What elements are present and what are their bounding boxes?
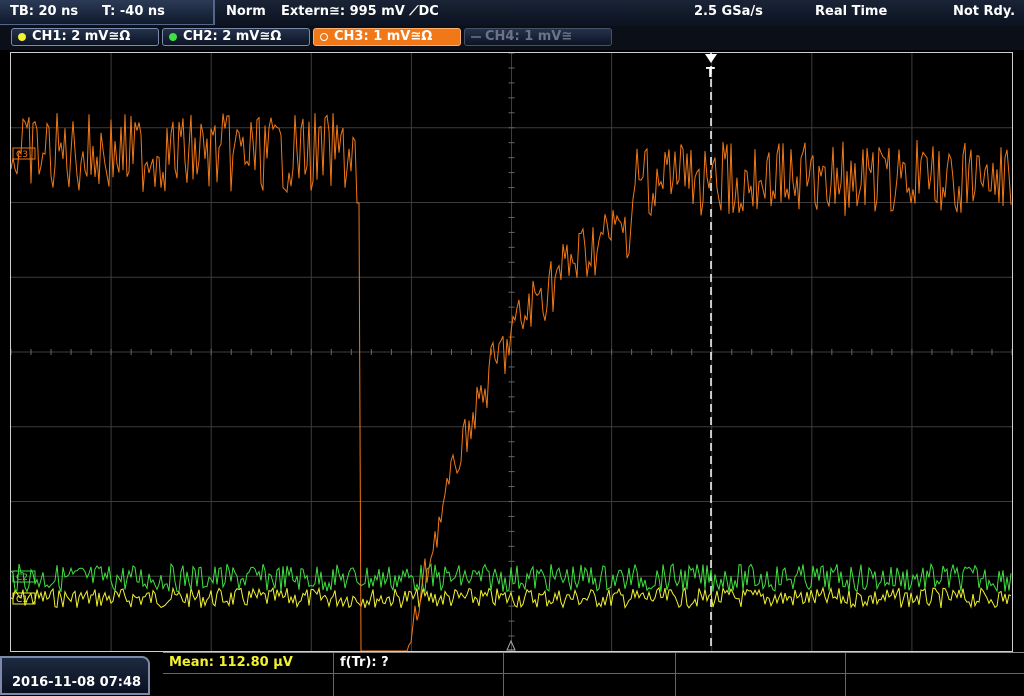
- measurement-panel: Mean: 112.80 µV f(Tr): ?: [163, 652, 1024, 696]
- ch2-ground-marker[interactable]: C2: [12, 570, 36, 583]
- datetime-label: 2016-11-08 07:48: [12, 675, 142, 690]
- ch2-indicator-icon: [169, 33, 177, 41]
- svg-text:C3: C3: [16, 150, 28, 160]
- sample-rate-label[interactable]: 2.5 GSa/s: [694, 4, 763, 19]
- top-status-bar: TB: 20 ns T: -40 ns Norm Extern≅: 995 mV…: [0, 0, 1024, 27]
- channel-3-label: CH3: 1 mV≅Ω: [334, 29, 433, 44]
- mean-measurement: Mean: 112.80 µV: [169, 655, 293, 670]
- channel-bar: CH1: 2 mV≅Ω CH2: 2 mV≅Ω CH3: 1 mV≅Ω CH4:…: [0, 26, 1024, 50]
- channel-1-label: CH1: 2 mV≅Ω: [32, 29, 131, 44]
- waveform-canvas[interactable]: T C3 C2 C1: [11, 53, 1012, 651]
- measurement-cell-2[interactable]: f(Tr): ?: [333, 653, 503, 673]
- measurement-cell-4[interactable]: [675, 653, 845, 673]
- timebase-label[interactable]: TB: 20 ns: [10, 4, 78, 19]
- measurement-cell-1[interactable]: Mean: 112.80 µV: [163, 653, 333, 673]
- measurement-cell-5[interactable]: [845, 653, 1024, 673]
- graticule: [11, 53, 1012, 651]
- svg-text:C1: C1: [16, 595, 28, 605]
- channel-1-tab[interactable]: CH1: 2 mV≅Ω: [11, 28, 159, 46]
- acquisition-mode-label[interactable]: Real Time: [815, 4, 887, 19]
- channel-2-tab[interactable]: CH2: 2 mV≅Ω: [162, 28, 310, 46]
- svg-text:C2: C2: [16, 573, 28, 583]
- channel-2-label: CH2: 2 mV≅Ω: [183, 29, 282, 44]
- trigger-mode-label[interactable]: Norm: [226, 4, 266, 19]
- ch3-indicator-icon: [320, 33, 328, 41]
- channel-3-tab[interactable]: CH3: 1 mV≅Ω: [313, 28, 461, 46]
- ftr-measurement: f(Tr): ?: [340, 655, 389, 670]
- trigger-marker-label: T: [706, 66, 715, 81]
- datetime-box: 2016-11-08 07:48: [0, 656, 150, 695]
- measurement-cell-6[interactable]: [333, 674, 503, 696]
- waveform-display[interactable]: T C3 C2 C1: [10, 52, 1013, 652]
- measurement-cell-3[interactable]: [503, 653, 675, 673]
- channel-4-tab[interactable]: CH4: 1 mV≅: [464, 28, 612, 46]
- trigger-source-label[interactable]: Extern≅: 995 mV ⟋DC: [281, 4, 439, 19]
- trigger-offset-label[interactable]: T: -40 ns: [102, 4, 165, 19]
- trigger-marker-icon[interactable]: [705, 54, 717, 63]
- ch4-off-icon: [471, 36, 481, 38]
- timebase-box[interactable]: TB: 20 ns T: -40 ns: [0, 0, 215, 25]
- ch1-indicator-icon: [18, 33, 26, 41]
- measurement-cell-8[interactable]: [675, 674, 845, 696]
- measurement-cell-7[interactable]: [503, 674, 675, 696]
- status-label: Not Rdy.: [953, 4, 1016, 19]
- measurement-cell-9[interactable]: [845, 674, 1024, 696]
- channel-4-label: CH4: 1 mV≅: [485, 29, 573, 44]
